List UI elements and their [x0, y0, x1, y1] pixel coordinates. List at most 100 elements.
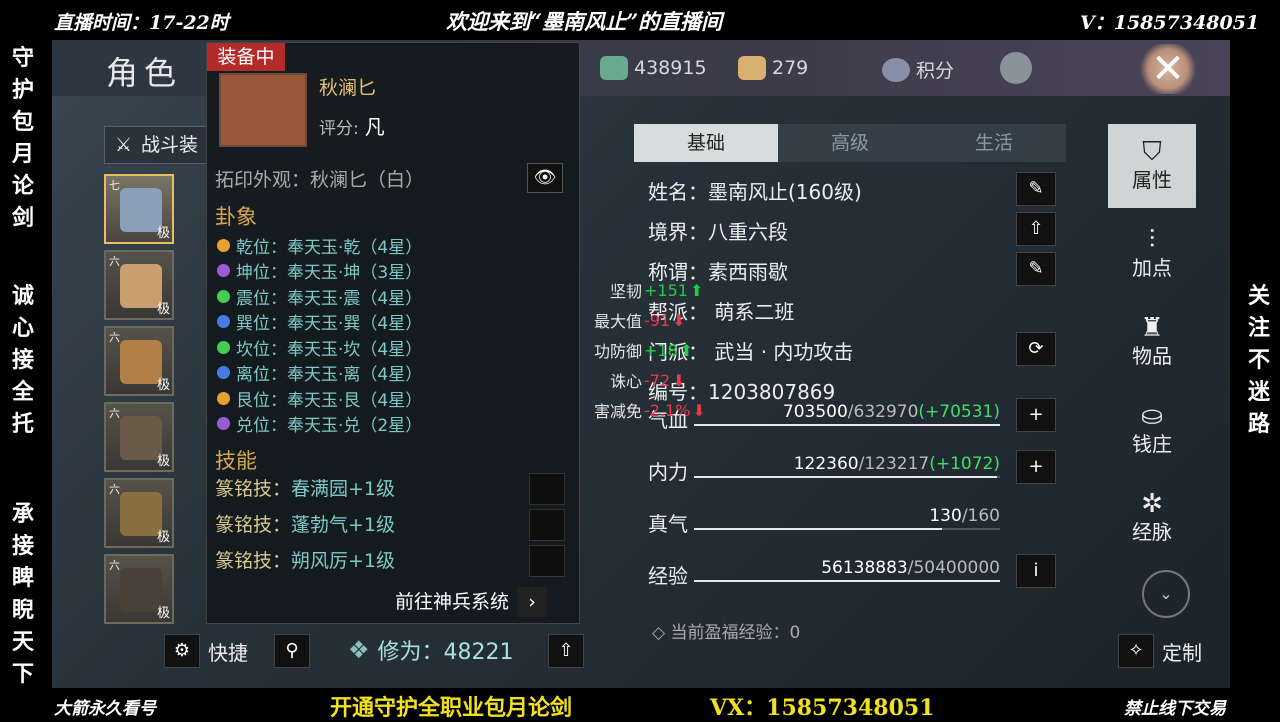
side-menu-item[interactable]: ⛀ 钱庄: [1108, 388, 1196, 472]
gear-badge-icon[interactable]: [1000, 52, 1032, 84]
eye-icon[interactable]: 👁: [527, 163, 563, 193]
stream-bottom-center: 开通守护全职业包月论剑: [330, 695, 573, 721]
equipment-slot[interactable]: 六极: [104, 478, 174, 548]
stat-change-row: 功防御 +18 ⬆: [582, 338, 693, 362]
slot-quality: 极: [156, 454, 170, 469]
arrow-down-icon: ⬇: [672, 370, 686, 390]
slot-level: 六: [109, 331, 120, 344]
stat-change-label: 坚韧: [609, 282, 642, 301]
side-menu-item[interactable]: ✲ 经脉: [1108, 476, 1196, 560]
gua-text: 艮位：奉天玉·艮（4星）: [236, 390, 423, 411]
stat-change-row: 诛心 -72 ⬇: [582, 368, 686, 392]
stream-contact: V：15857348051: [1080, 12, 1260, 34]
combat-gear-label: 战斗装: [141, 134, 199, 156]
gua-text: 离位：奉天玉·离（4星）: [236, 365, 423, 385]
equipment-slot[interactable]: 六极: [104, 554, 174, 624]
stat-change-label: 害减免: [593, 402, 642, 421]
skill-slot[interactable]: [529, 509, 565, 541]
stat-change-row: 害减免 -2.1% ⬇: [582, 398, 706, 422]
scroll-down-icon[interactable]: ⌄: [1142, 570, 1190, 618]
stat-change-value: -91: [644, 310, 671, 330]
stream-bottom-right: 禁止线下交易: [1124, 699, 1226, 719]
stream-bottom-left: 大箭永久看号: [54, 699, 156, 719]
equipment-slot[interactable]: 六极: [104, 250, 174, 320]
goto-label: 前往神兵系统: [395, 591, 510, 613]
upgrade-icon[interactable]: ⇧: [548, 634, 584, 668]
gua-text: 坎位：奉天玉·坎（4星）: [236, 339, 423, 360]
side-menu-item[interactable]: ⫶ 加点: [1108, 212, 1196, 296]
skill-slot[interactable]: [529, 473, 565, 505]
stat-change-value: +18: [644, 340, 678, 360]
menu-label: 钱庄: [1132, 432, 1172, 456]
gear-icon: ⚙: [164, 634, 200, 668]
slot-quality: 极: [156, 302, 170, 317]
slot-level: 七: [109, 179, 120, 192]
shortcut-label: 快捷: [208, 640, 248, 665]
gua-row: 乾位：奉天玉·乾（4星）: [217, 233, 422, 258]
search-icon[interactable]: ⚲: [274, 634, 310, 668]
bar-value: 122360/123217(+1072): [794, 454, 1000, 474]
info-action-button[interactable]: ⇧: [1016, 212, 1056, 246]
side-menu-item[interactable]: ⛉ 属性: [1108, 124, 1196, 208]
gua-text: 震位：奉天玉·震（4星）: [236, 288, 423, 309]
combat-gear-tab[interactable]: ⚔ 战斗装: [104, 126, 216, 164]
sword-icon: ⚔: [115, 134, 133, 156]
ingot-icon: [738, 56, 766, 80]
gua-title: 卦象: [215, 205, 257, 229]
skill-key: 篆铭技：: [215, 550, 292, 572]
bar-fill: [694, 476, 997, 478]
item-icon: [219, 73, 307, 147]
close-button[interactable]: ✕: [1138, 44, 1198, 94]
equipment-slot[interactable]: 六极: [104, 326, 174, 396]
skill-key: 篆铭技：: [215, 478, 292, 500]
skill-value: 朔风厉+1级: [291, 550, 396, 572]
item-skin: 拓印外观：秋澜匕（白）: [215, 169, 425, 191]
customize-button[interactable]: ✧ 定制: [1118, 634, 1202, 668]
tab-basic[interactable]: 基础: [634, 124, 778, 162]
info-action-button[interactable]: ✎: [1016, 172, 1056, 206]
gem-icon: [217, 315, 230, 328]
equipment-slot[interactable]: 七极: [104, 174, 174, 244]
cultivation-text: 修为：48221: [377, 640, 514, 665]
bar-action-button[interactable]: i: [1016, 554, 1056, 588]
blessing-exp: ◇ 当前盈福经验：0: [652, 623, 801, 643]
points-button[interactable]: 积分: [882, 56, 954, 83]
equipment-icon: [120, 568, 162, 612]
bar-action-button[interactable]: +: [1016, 450, 1056, 484]
arrow-up-icon: ⬆: [679, 340, 694, 360]
menu-icon: ⛉: [1142, 137, 1162, 167]
equipment-icon: [120, 416, 162, 460]
gem-icon: [217, 264, 230, 277]
info-action-button[interactable]: ✎: [1016, 252, 1056, 286]
stat-change-label: 功防御: [593, 342, 642, 361]
bar-extra: (+70531): [918, 402, 1000, 422]
bar-label: 经验: [648, 564, 688, 588]
tab-life[interactable]: 生活: [922, 124, 1066, 162]
gua-row: 震位：奉天玉·震（4星）: [217, 284, 423, 309]
gem-icon: [217, 391, 230, 405]
equipment-icon: [120, 492, 162, 536]
rating-value: 凡: [364, 115, 385, 139]
shortcut-button[interactable]: ⚙ 快捷: [164, 634, 248, 668]
bar-value: 56138883/50400000: [821, 558, 1000, 578]
points-icon: [882, 57, 910, 82]
equipment-slot[interactable]: 六极: [104, 402, 174, 472]
tab-advanced[interactable]: 高级: [778, 124, 922, 162]
side-menu-item[interactable]: ♜ 物品: [1108, 300, 1196, 384]
arrow-down-icon: ⬇: [692, 400, 706, 420]
bar-max: /123217: [858, 454, 930, 474]
bar-current: 703500: [782, 402, 848, 422]
bar-action-button[interactable]: +: [1016, 398, 1056, 432]
stream-time: 直播时间：17-22时: [54, 12, 229, 34]
goto-weapon-system-button[interactable]: 前往神兵系统 ›: [395, 587, 548, 617]
equipment-icon: [120, 188, 162, 232]
skill-slot[interactable]: [529, 545, 565, 577]
bar-fill: [694, 528, 942, 530]
slot-level: 六: [109, 483, 120, 496]
cultivation-value: ❖ 修为：48221: [348, 634, 514, 666]
menu-label: 物品: [1132, 344, 1172, 368]
resource-bar: 130/160: [694, 500, 1000, 530]
bar-current: 122360: [793, 454, 859, 474]
slot-quality: 极: [156, 606, 170, 621]
info-action-button[interactable]: ⟳: [1016, 332, 1056, 366]
